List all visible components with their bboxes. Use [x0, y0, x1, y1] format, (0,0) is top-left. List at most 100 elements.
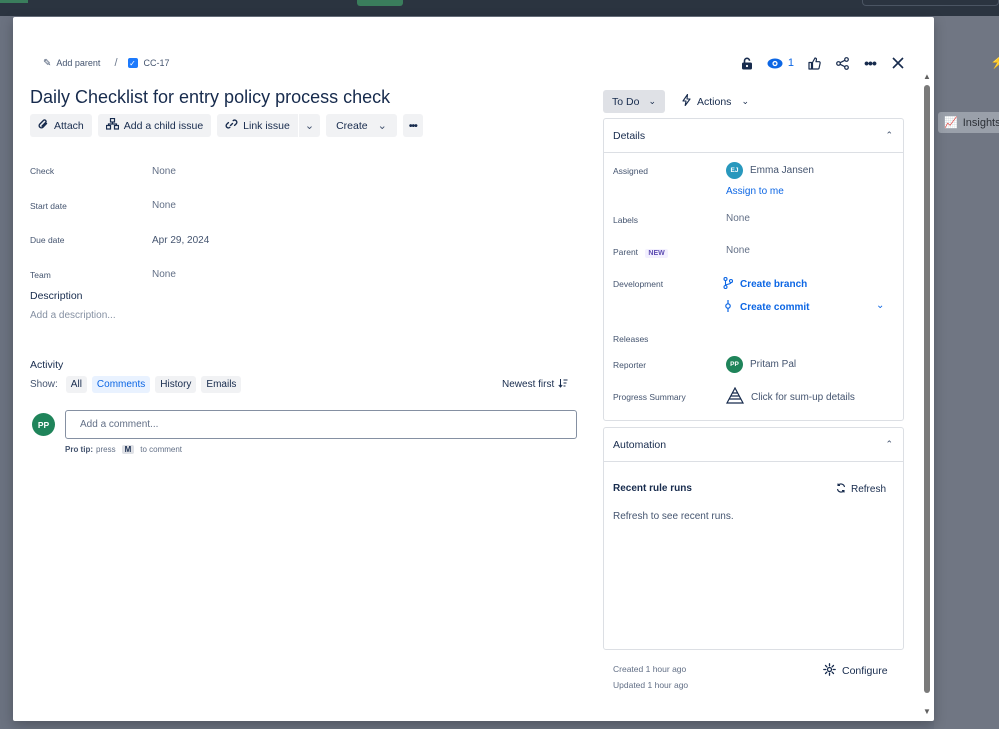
more-actions-button[interactable]: •••	[402, 114, 423, 137]
breadcrumb: ✎ Add parent / ✓ CC-17	[43, 57, 170, 69]
create-button[interactable]: Create ⌄	[326, 114, 397, 137]
refresh-button[interactable]: Refresh	[836, 483, 886, 496]
assign-to-me-link[interactable]: Assign to me	[726, 186, 784, 197]
watch-button[interactable]: 1	[767, 57, 794, 69]
filter-comments[interactable]: Comments	[91, 376, 151, 393]
labels-value[interactable]: None	[726, 213, 750, 224]
issue-modal: ✎ Add parent / ✓ CC-17 1 ••• Daily Check…	[13, 17, 934, 721]
reporter[interactable]: PP Pritam Pal	[726, 356, 796, 373]
attach-label: Attach	[54, 119, 84, 132]
more-options-icon[interactable]: •••	[862, 55, 878, 71]
description-input[interactable]: Add a description...	[30, 310, 116, 321]
description-heading: Description	[30, 290, 83, 302]
issue-key-link[interactable]: CC-17	[144, 58, 170, 68]
paperclip-icon	[38, 118, 49, 133]
new-badge: NEW	[645, 249, 668, 258]
scrollbar-thumb[interactable]	[924, 85, 930, 693]
configure-label: Configure	[842, 665, 888, 677]
bolt-icon	[682, 93, 691, 109]
progress-summary-link[interactable]: Click for sum-up details	[726, 386, 855, 407]
add-child-label: Add a child issue	[123, 119, 204, 132]
automation-header[interactable]: Automation ⌃	[604, 428, 903, 462]
parent-label-row: Parent NEW	[613, 247, 668, 258]
chevron-down-icon: ⌄	[377, 120, 387, 132]
automation-message: Refresh to see recent runs.	[613, 511, 734, 522]
chevron-down-icon[interactable]: ⌄	[876, 300, 884, 311]
create-branch-link[interactable]: Create branch	[723, 276, 807, 292]
refresh-label: Refresh	[850, 484, 886, 495]
details-header[interactable]: Details ⌃	[604, 119, 903, 153]
progress-summary-text: Click for sum-up details	[751, 391, 855, 403]
details-panel: Details ⌃ Assigned EJ Emma Jansen Assign…	[603, 118, 904, 421]
pro-tip-press: press	[96, 445, 116, 454]
create-commit-link[interactable]: Create commit	[723, 300, 809, 315]
thumbs-up-icon[interactable]	[806, 55, 822, 71]
bolt-icon[interactable]: ⚡	[990, 54, 999, 70]
close-icon[interactable]	[890, 55, 906, 71]
branch-icon	[723, 276, 734, 292]
automation-heading: Automation	[613, 438, 667, 451]
create-button-bg[interactable]	[357, 0, 403, 6]
refresh-icon	[836, 483, 846, 496]
pencil-icon: ✎	[43, 57, 52, 69]
field-team: Team None	[30, 258, 280, 293]
hierarchy-icon	[105, 117, 119, 133]
progress-summary-label: Progress Summary	[613, 392, 686, 402]
actions-dropdown[interactable]: Actions ⌄	[678, 90, 753, 113]
filter-history[interactable]: History	[155, 376, 197, 393]
status-dropdown[interactable]: To Do ⌄	[603, 90, 665, 113]
comment-input[interactable]: Add a comment...	[65, 410, 577, 439]
chevron-down-icon: ⌄	[648, 96, 656, 106]
filter-emails[interactable]: Emails	[201, 376, 242, 393]
field-value[interactable]: None	[152, 200, 176, 211]
add-child-issue-button[interactable]: Add a child issue	[97, 114, 212, 137]
assignee-name: Emma Jansen	[750, 165, 814, 176]
scroll-down-arrow[interactable]: ▼	[923, 707, 931, 716]
chart-icon: 📈	[944, 117, 958, 129]
create-commit-label: Create commit	[740, 302, 810, 313]
attach-button[interactable]: Attach	[30, 114, 92, 137]
field-label: Team	[30, 269, 51, 280]
sort-icon	[558, 378, 568, 391]
chevron-up-icon: ⌃	[885, 439, 893, 449]
actions-label: Actions	[697, 95, 732, 108]
field-label: Due date	[30, 235, 65, 246]
field-check: Check None	[30, 154, 280, 189]
reporter-name: Pritam Pal	[750, 359, 797, 370]
field-due-date: Due date Apr 29, 2024	[30, 223, 280, 258]
issue-toolbar: Attach Add a child issue Link issue ⌄ Cr…	[30, 114, 423, 137]
assignee[interactable]: EJ Emma Jansen	[726, 162, 814, 179]
app-top-bar	[0, 0, 999, 16]
add-parent-link[interactable]: Add parent	[56, 58, 100, 68]
sort-toggle[interactable]: Newest first	[502, 378, 568, 391]
field-value[interactable]: None	[152, 166, 176, 177]
insights-label: Insights	[962, 116, 999, 129]
link-issue-button[interactable]: Link issue	[217, 114, 298, 137]
issue-title[interactable]: Daily Checklist for entry policy process…	[30, 87, 390, 108]
link-issue-dropdown[interactable]: ⌄	[298, 114, 321, 137]
link-icon	[225, 118, 238, 133]
share-icon[interactable]	[834, 55, 850, 71]
created-timestamp: Created 1 hour ago	[613, 664, 687, 674]
lock-icon[interactable]	[739, 55, 755, 71]
field-value[interactable]: None	[152, 269, 176, 280]
field-value[interactable]: Apr 29, 2024	[152, 235, 209, 246]
chevron-down-icon: ⌄	[304, 120, 315, 132]
parent-value[interactable]: None	[726, 245, 750, 256]
gear-icon	[823, 663, 836, 679]
pro-tip-label: Pro tip:	[65, 445, 93, 454]
shortcut-key: M	[121, 445, 135, 454]
field-label: Check	[30, 166, 55, 177]
pro-tip: Pro tip: press M to comment	[65, 445, 182, 454]
recent-rule-runs-heading: Recent rule runs	[613, 483, 692, 494]
commit-icon	[723, 300, 733, 315]
configure-button[interactable]: Configure	[823, 663, 888, 679]
search-field-bg[interactable]	[862, 0, 999, 6]
field-list: Check None Start date None Due date Apr …	[30, 154, 280, 292]
show-label: Show:	[30, 379, 58, 390]
scroll-up-arrow[interactable]: ▲	[923, 72, 931, 81]
insights-button[interactable]: 📈 Insights	[938, 112, 999, 133]
filter-all[interactable]: All	[65, 376, 87, 393]
avatar: PP	[32, 413, 55, 436]
more-label: •••	[408, 119, 418, 132]
